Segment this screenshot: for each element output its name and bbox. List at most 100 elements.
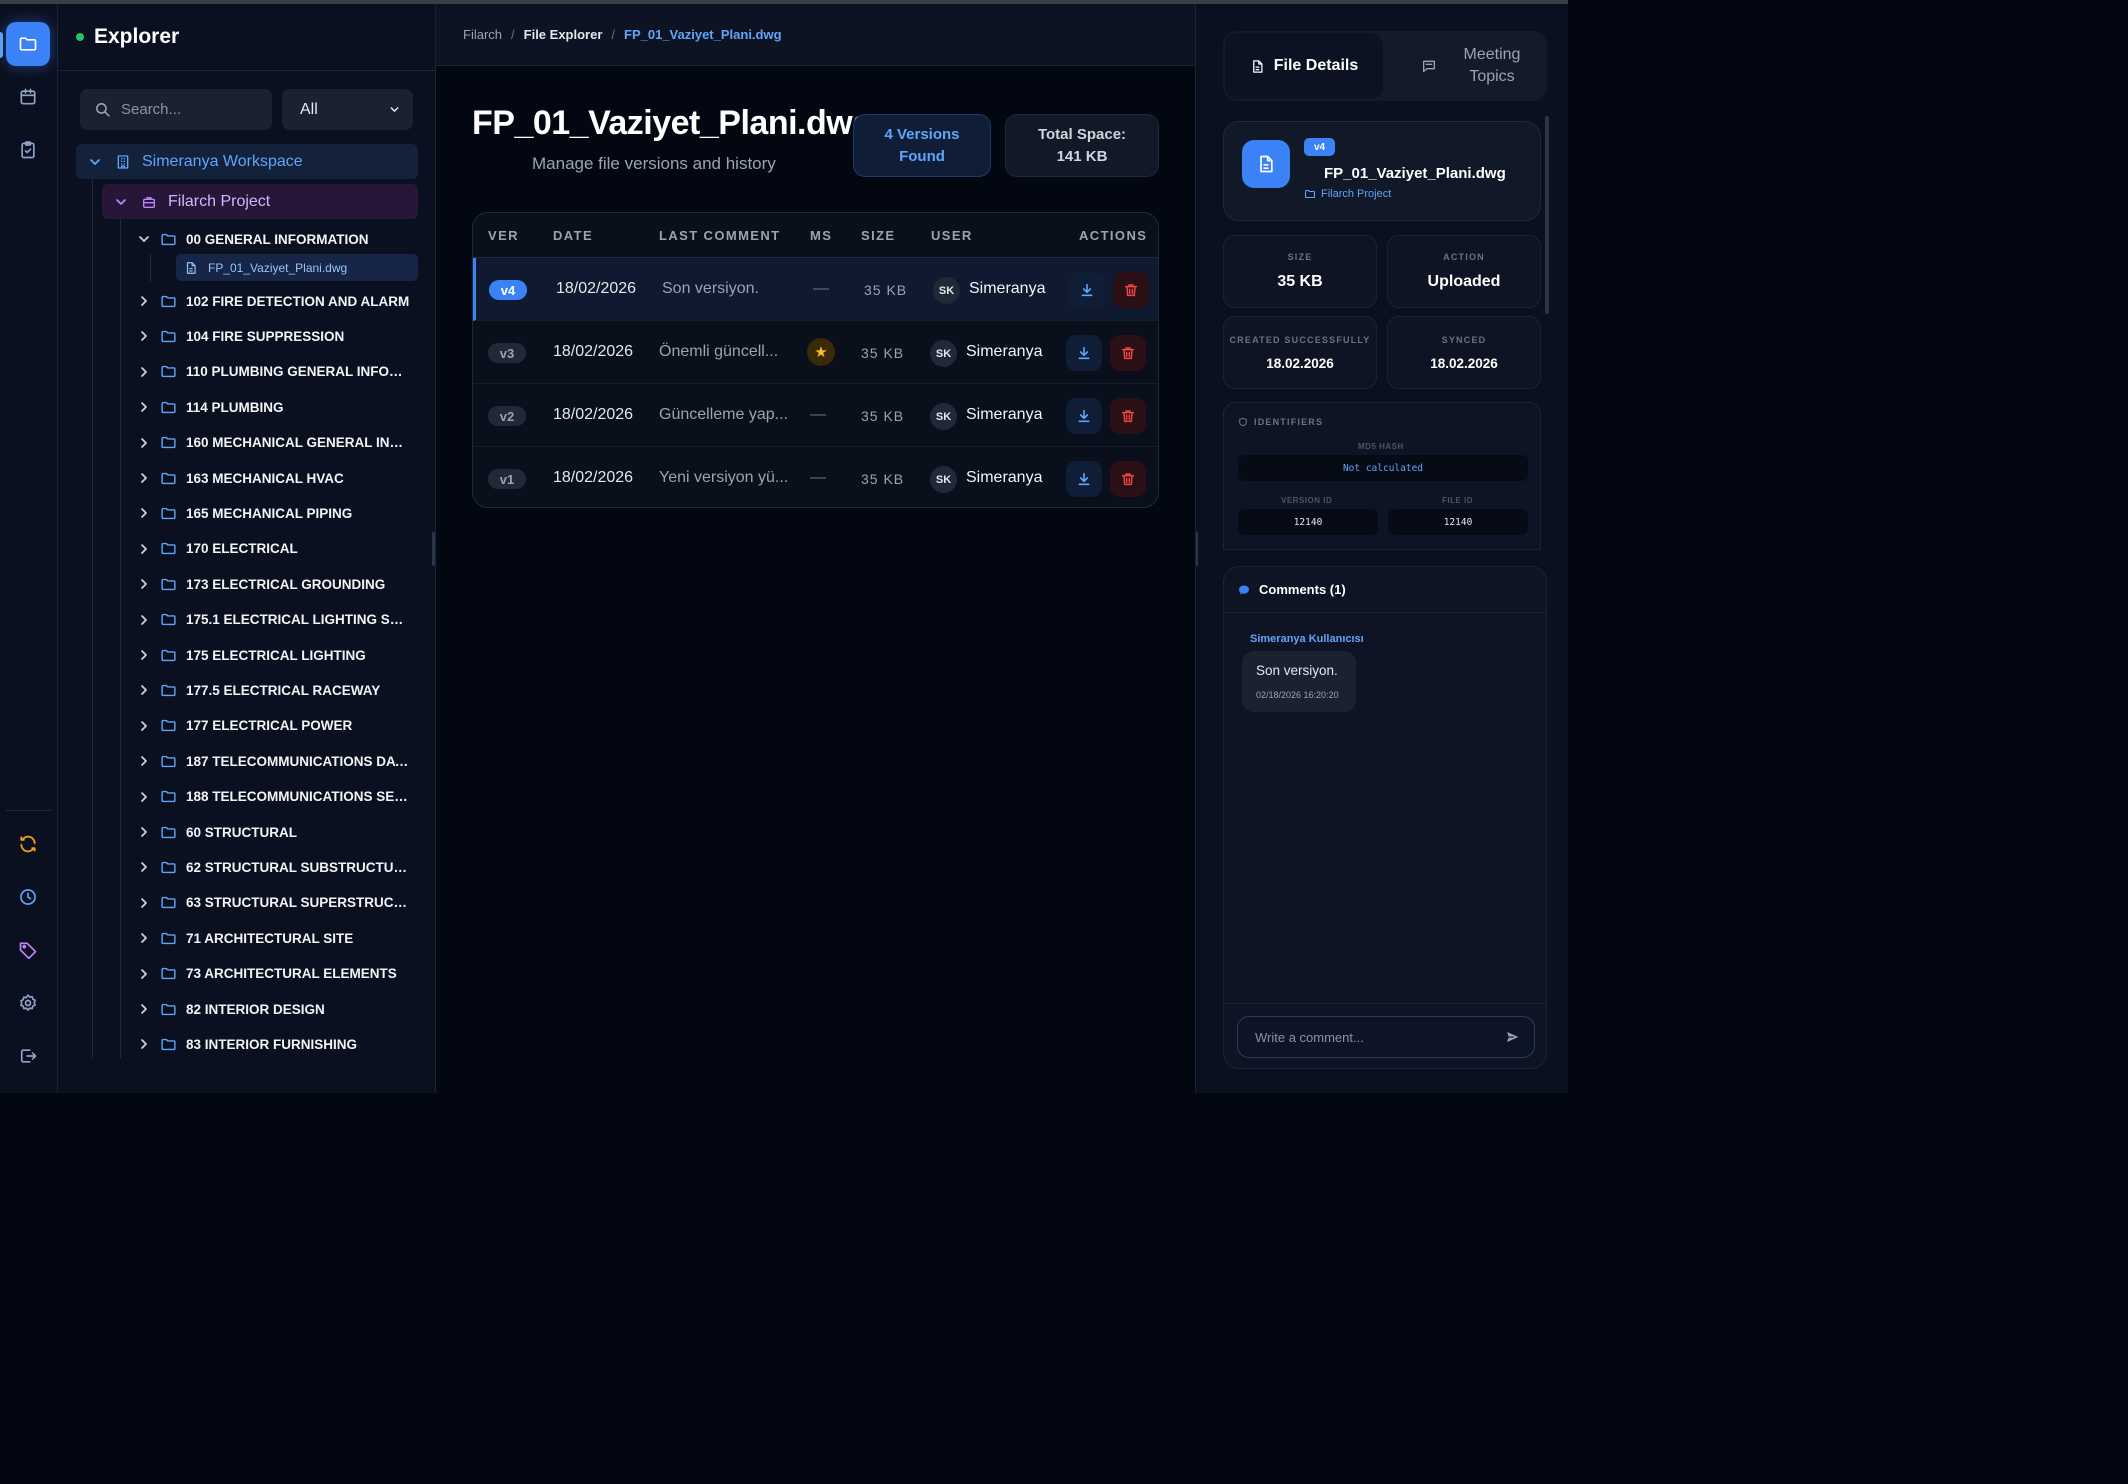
chevron-down-icon — [390, 107, 399, 112]
chevron-right-icon[interactable] — [136, 470, 152, 486]
file-card-project[interactable]: Filarch Project — [1304, 188, 1391, 200]
versions-count-line1: 4 Versions — [884, 125, 960, 143]
rail-sync-button[interactable] — [6, 822, 50, 866]
version-comment: Güncelleme yap... — [659, 406, 788, 423]
download-button[interactable] — [1066, 461, 1102, 497]
tree-folder[interactable]: 82 INTERIOR DESIGN — [136, 994, 416, 1024]
chevron-right-icon[interactable] — [136, 859, 152, 875]
rail-logout-button[interactable] — [6, 1034, 50, 1078]
tree-folder[interactable]: 177.5 ELECTRICAL RACEWAY — [136, 675, 416, 705]
chevron-right-icon[interactable] — [136, 718, 152, 734]
delete-button[interactable] — [1110, 335, 1146, 371]
chevron-right-icon[interactable] — [136, 399, 152, 415]
download-icon — [1078, 409, 1090, 423]
chevron-right-icon[interactable] — [136, 364, 152, 380]
stat-size: SIZE 35 KB — [1223, 235, 1377, 308]
chevron-right-icon[interactable] — [136, 612, 152, 628]
chevron-right-icon[interactable] — [136, 435, 152, 451]
chevron-right-icon[interactable] — [136, 789, 152, 805]
tree-folder-open[interactable]: 00 GENERAL INFORMATION — [136, 224, 416, 254]
tree-project[interactable]: Filarch Project — [102, 184, 418, 219]
tree-folder[interactable]: 187 TELECOMMUNICATIONS DATA — [136, 746, 416, 776]
tree-folder[interactable]: 63 STRUCTURAL SUPERSTRUCTURE — [136, 888, 416, 918]
folder-icon — [160, 682, 177, 699]
tree-file-selected[interactable]: FP_01_Vaziyet_Plani.dwg — [176, 254, 418, 281]
tree-folder[interactable]: 165 MECHANICAL PIPING — [136, 498, 416, 528]
chevron-right-icon[interactable] — [136, 682, 152, 698]
resize-handle[interactable] — [1196, 532, 1198, 566]
tree-folder[interactable]: 173 ELECTRICAL GROUNDING — [136, 569, 416, 599]
chevron-right-icon[interactable] — [136, 824, 152, 840]
delete-button[interactable] — [1110, 398, 1146, 434]
tree-folder[interactable]: 170 ELECTRICAL — [136, 534, 416, 564]
tree-folder[interactable]: 175.1 ELECTRICAL LIGHTING SENSORS — [136, 605, 416, 635]
tab-meeting-topics[interactable]: Meeting Topics — [1393, 33, 1545, 99]
chevron-right-icon[interactable] — [136, 753, 152, 769]
breadcrumb-root[interactable]: Filarch — [463, 27, 502, 42]
milestone-star-icon[interactable]: ★ — [807, 338, 835, 366]
tree-folder[interactable]: 71 ARCHITECTURAL SITE — [136, 923, 416, 953]
search-box[interactable] — [80, 89, 272, 130]
main-content: Filarch / File Explorer / FP_01_Vaziyet_… — [436, 4, 1195, 1093]
chevron-down-icon[interactable] — [136, 231, 152, 247]
resize-handle[interactable] — [432, 532, 435, 566]
tree-folder[interactable]: 73 ARCHITECTURAL ELEMENTS — [136, 959, 416, 989]
chevron-right-icon[interactable] — [136, 541, 152, 557]
stat-action: ACTION Uploaded — [1387, 235, 1541, 308]
chevron-right-icon[interactable] — [136, 576, 152, 592]
chevron-right-icon[interactable] — [136, 966, 152, 982]
chevron-down-icon[interactable] — [86, 153, 104, 171]
comment-input[interactable] — [1255, 1029, 1495, 1045]
tab-file-details[interactable]: File Details — [1225, 33, 1383, 99]
table-row[interactable]: v2 18/02/2026 Güncelleme yap... — 35 KB SK Sim… — [473, 384, 1158, 447]
chevron-right-icon[interactable] — [136, 930, 152, 946]
chevron-right-icon[interactable] — [136, 293, 152, 309]
delete-button[interactable] — [1110, 461, 1146, 497]
rail-files-button[interactable] — [6, 22, 50, 66]
tree-folder[interactable]: 62 STRUCTURAL SUBSTRUCTURE — [136, 852, 416, 882]
download-button[interactable] — [1069, 272, 1105, 308]
tree-folder[interactable]: 188 TELECOMMUNICATIONS SECURITY — [136, 782, 416, 812]
breadcrumb-section[interactable]: File Explorer — [524, 27, 603, 42]
chevron-right-icon[interactable] — [136, 647, 152, 663]
stat-created: CREATED SUCCESSFULLY 18.02.2026 — [1223, 316, 1377, 389]
tree-folder[interactable]: 83 INTERIOR FURNISHING — [136, 1029, 416, 1059]
tree-folder[interactable]: 177 ELECTRICAL POWER — [136, 711, 416, 741]
tree-folder[interactable]: 110 PLUMBING GENERAL INFORMATION — [136, 357, 416, 387]
rail-tags-button[interactable] — [6, 928, 50, 972]
folder-icon — [160, 1036, 177, 1053]
folder-icon — [160, 753, 177, 770]
download-button[interactable] — [1066, 398, 1102, 434]
send-icon[interactable] — [1504, 1028, 1522, 1046]
filter-select[interactable]: All — [282, 89, 413, 130]
rail-history-button[interactable] — [6, 875, 50, 919]
chevron-right-icon[interactable] — [136, 1001, 152, 1017]
chevron-down-icon[interactable] — [112, 193, 130, 211]
file-label: FP_01_Vaziyet_Plani.dwg — [208, 260, 348, 275]
table-row[interactable]: v4 18/02/2026 Son versiyon. — 35 KB SK Simeran… — [473, 258, 1158, 321]
search-input[interactable] — [121, 101, 261, 118]
comment-input-box[interactable] — [1237, 1016, 1535, 1058]
tree-folder[interactable]: 104 FIRE SUPPRESSION — [136, 321, 416, 351]
tree-folder[interactable]: 60 STRUCTURAL — [136, 817, 416, 847]
rail-tasks-button[interactable] — [6, 128, 50, 172]
table-row[interactable]: v1 18/02/2026 Yeni versiyon yü... — 35 KB SK S… — [473, 447, 1158, 507]
rail-settings-button[interactable] — [6, 981, 50, 1025]
folder-label: 177 ELECTRICAL POWER — [186, 718, 353, 734]
tree-folder[interactable]: 163 MECHANICAL HVAC — [136, 463, 416, 493]
rail-calendar-button[interactable] — [6, 75, 50, 119]
delete-button[interactable] — [1113, 272, 1149, 308]
tree-folder[interactable]: 114 PLUMBING — [136, 392, 416, 422]
chevron-right-icon[interactable] — [136, 895, 152, 911]
chevron-right-icon[interactable] — [136, 328, 152, 344]
tree-workspace[interactable]: Simeranya Workspace — [76, 144, 418, 179]
tree-folder[interactable]: 102 FIRE DETECTION AND ALARM — [136, 286, 416, 316]
tree-folder[interactable]: 175 ELECTRICAL LIGHTING — [136, 640, 416, 670]
chevron-right-icon[interactable] — [136, 1036, 152, 1052]
stat-size-label: SIZE — [1287, 252, 1313, 262]
table-row[interactable]: v3 18/02/2026 Önemli güncell... ★ 35 KB SK Sim… — [473, 321, 1158, 384]
tree-folder[interactable]: 160 MECHANICAL GENERAL INFORMATION — [136, 428, 416, 458]
details-scrollbar[interactable] — [1545, 116, 1549, 314]
chevron-right-icon[interactable] — [136, 505, 152, 521]
download-button[interactable] — [1066, 335, 1102, 371]
